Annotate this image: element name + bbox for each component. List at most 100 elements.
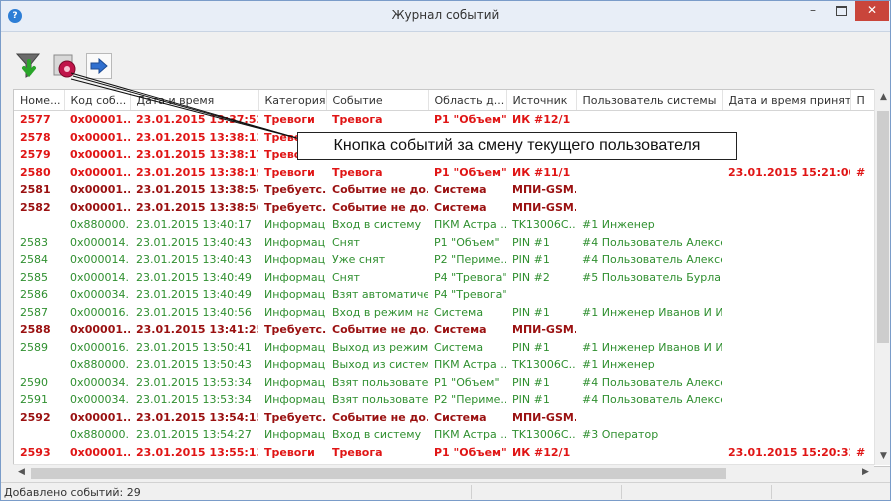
filter-events-button[interactable] (15, 52, 43, 80)
cell-datetime: 23.01.2015 13:55:13 (136, 445, 258, 459)
cell-system-user: #5 Пользователь Бурлак... (582, 270, 722, 284)
table-row[interactable]: 2583 0x000014... 23.01.2015 13:40:43 Информ… (14, 234, 874, 252)
table-row[interactable]: 0x880000... 23.01.2015 13:40:17 Информац..… (14, 216, 874, 234)
table-row[interactable]: 2582 0x00001... 23.01.2015 13:38:56 Требует… (14, 199, 874, 217)
status-bar: Добавлено событий: 29 (1, 482, 890, 500)
cell-area: ПКМ Астра ... (434, 358, 506, 372)
scroll-right-icon[interactable]: ▶ (857, 467, 874, 477)
scroll-left-icon[interactable]: ◀ (13, 467, 30, 477)
cell-number: 2589 (20, 340, 48, 354)
cell-source (506, 286, 576, 304)
col-header-number[interactable]: Номе... (14, 90, 65, 111)
cell-accepted-datetime (722, 356, 850, 374)
col-header-area[interactable]: Область д... (428, 90, 507, 111)
table-row[interactable]: 2592 0x00001... 23.01.2015 13:54:15 Требует… (14, 409, 874, 427)
vertical-scroll-thumb[interactable] (877, 111, 889, 343)
cell-datetime: 23.01.2015 13:40:17 (136, 218, 252, 232)
col-header-accepted-datetime[interactable]: Дата и время принят... (722, 90, 851, 111)
cell-accepted-datetime (722, 129, 850, 147)
table-row[interactable]: 2577 0x00001... 23.01.2015 13:37:52 Тревоги… (14, 111, 874, 129)
cell-system-user: #1 Инженер Иванов И И (582, 340, 722, 354)
cell-area: Р4 "Тревога" (434, 288, 506, 302)
col-header-system-user[interactable]: Пользователь системы (576, 90, 723, 111)
table-row[interactable]: 0x880000... 23.01.2015 13:50:43 Информац..… (14, 356, 874, 374)
table-row[interactable]: 2590 0x000034... 23.01.2015 13:53:34 Информ… (14, 374, 874, 392)
cell-category: Информац... (264, 305, 326, 319)
cell-area: Р1 "Объем" (434, 113, 506, 127)
cell-extra (850, 216, 874, 234)
table-row[interactable]: 2581 0x00001... 23.01.2015 13:38:54 Требует… (14, 181, 874, 199)
cell-datetime: 23.01.2015 13:37:52 (136, 113, 258, 127)
col-header-extra[interactable]: П (850, 90, 875, 111)
cell-area: Система (434, 305, 484, 319)
cell-datetime: 23.01.2015 13:53:34 (136, 393, 252, 407)
scroll-up-icon[interactable]: ▲ (875, 92, 890, 102)
cell-datetime: 23.01.2015 13:40:56 (136, 305, 252, 319)
cell-extra: # (856, 445, 866, 459)
scroll-down-icon[interactable]: ▼ (875, 451, 890, 461)
cell-accepted-datetime: 23.01.2015 15:20:32 (728, 445, 850, 459)
cell-number: 2578 (20, 130, 51, 144)
cell-datetime: 23.01.2015 13:54:15 (136, 410, 258, 424)
horizontal-scroll-thumb[interactable] (31, 468, 726, 479)
cell-number: 2583 (20, 235, 48, 249)
cell-extra: # (856, 165, 866, 179)
cell-event-code: 0x00001... (70, 323, 130, 337)
cell-event-code: 0x880000... (70, 218, 130, 232)
status-divider (771, 485, 772, 499)
table-row[interactable]: 2587 0x000016... 23.01.2015 13:40:56 Информ… (14, 304, 874, 322)
cell-source: МПИ-GSM... (512, 200, 576, 214)
cell-accepted-datetime (722, 304, 850, 322)
table-row[interactable]: 2586 0x000034... 23.01.2015 13:40:49 Информ… (14, 286, 874, 304)
cell-category: Тревоги (264, 113, 315, 127)
horizontal-scrollbar[interactable]: ◀ ▶ (13, 464, 874, 482)
col-header-source[interactable]: Источник (506, 90, 577, 111)
cell-event-code: 0x00001... (70, 113, 130, 127)
cell-source: PIN #1 (512, 340, 550, 354)
col-header-event[interactable]: Событие (326, 90, 429, 111)
cell-extra (850, 111, 874, 129)
user-shift-events-button[interactable] (51, 52, 79, 80)
close-button[interactable]: ✕ (855, 1, 889, 21)
cell-accepted-datetime (722, 339, 850, 357)
cell-system-user (576, 286, 722, 304)
minimize-button[interactable]: – (799, 1, 827, 21)
col-header-event-code[interactable]: Код соб... (64, 90, 131, 111)
table-row[interactable]: 2593 0x00001... 23.01.2015 13:55:13 Тревоги… (14, 444, 874, 462)
toolbar (1, 32, 890, 88)
cell-event: Снят (332, 270, 360, 284)
cell-accepted-datetime (722, 251, 850, 269)
cell-datetime: 23.01.2015 13:54:27 (136, 428, 252, 442)
cell-event: Выход из режим... (332, 340, 428, 354)
cell-category: Информац... (264, 393, 326, 407)
cell-accepted-datetime (722, 234, 850, 252)
cell-system-user (576, 164, 722, 182)
cell-accepted-datetime (722, 409, 850, 427)
cell-event-code: 0x000034... (70, 393, 130, 407)
cell-event: Взят пользовате... (332, 393, 428, 407)
table-row[interactable]: 2585 0x000014... 23.01.2015 13:40:49 Информ… (14, 269, 874, 287)
cell-event-code: 0x000016... (70, 340, 130, 354)
cell-category: Тревоги (264, 165, 315, 179)
cell-accepted-datetime (722, 216, 850, 234)
cell-extra (850, 426, 874, 444)
cell-extra (850, 409, 874, 427)
table-row[interactable]: 2580 0x00001... 23.01.2015 13:38:19 Тревоги… (14, 164, 874, 182)
table-row[interactable]: 2591 0x000034... 23.01.2015 13:53:34 Информ… (14, 391, 874, 409)
col-header-category[interactable]: Категория (258, 90, 327, 111)
col-header-datetime[interactable]: Дата и время (130, 90, 259, 111)
funnel-down-icon (16, 53, 41, 78)
cell-extra (850, 286, 874, 304)
cell-area: Р1 "Объем" (434, 165, 506, 179)
export-button[interactable] (86, 53, 112, 79)
table-row[interactable]: 2584 0x000014... 23.01.2015 13:40:43 Информ… (14, 251, 874, 269)
cell-event-code: 0x000016... (70, 305, 130, 319)
table-row[interactable]: 2588 0x00001... 23.01.2015 13:41:25 Требует… (14, 321, 874, 339)
cell-source: PIN #1 (512, 305, 550, 319)
table-row[interactable]: 2589 0x000016... 23.01.2015 13:50:41 Информ… (14, 339, 874, 357)
cell-system-user: #1 Инженер (582, 218, 655, 232)
maximize-button[interactable] (827, 1, 855, 21)
vertical-scrollbar[interactable]: ▲ ▼ (874, 89, 890, 465)
table-row[interactable]: 0x880000... 23.01.2015 13:54:27 Информац..… (14, 426, 874, 444)
cell-event-code: 0x00001... (70, 165, 130, 179)
